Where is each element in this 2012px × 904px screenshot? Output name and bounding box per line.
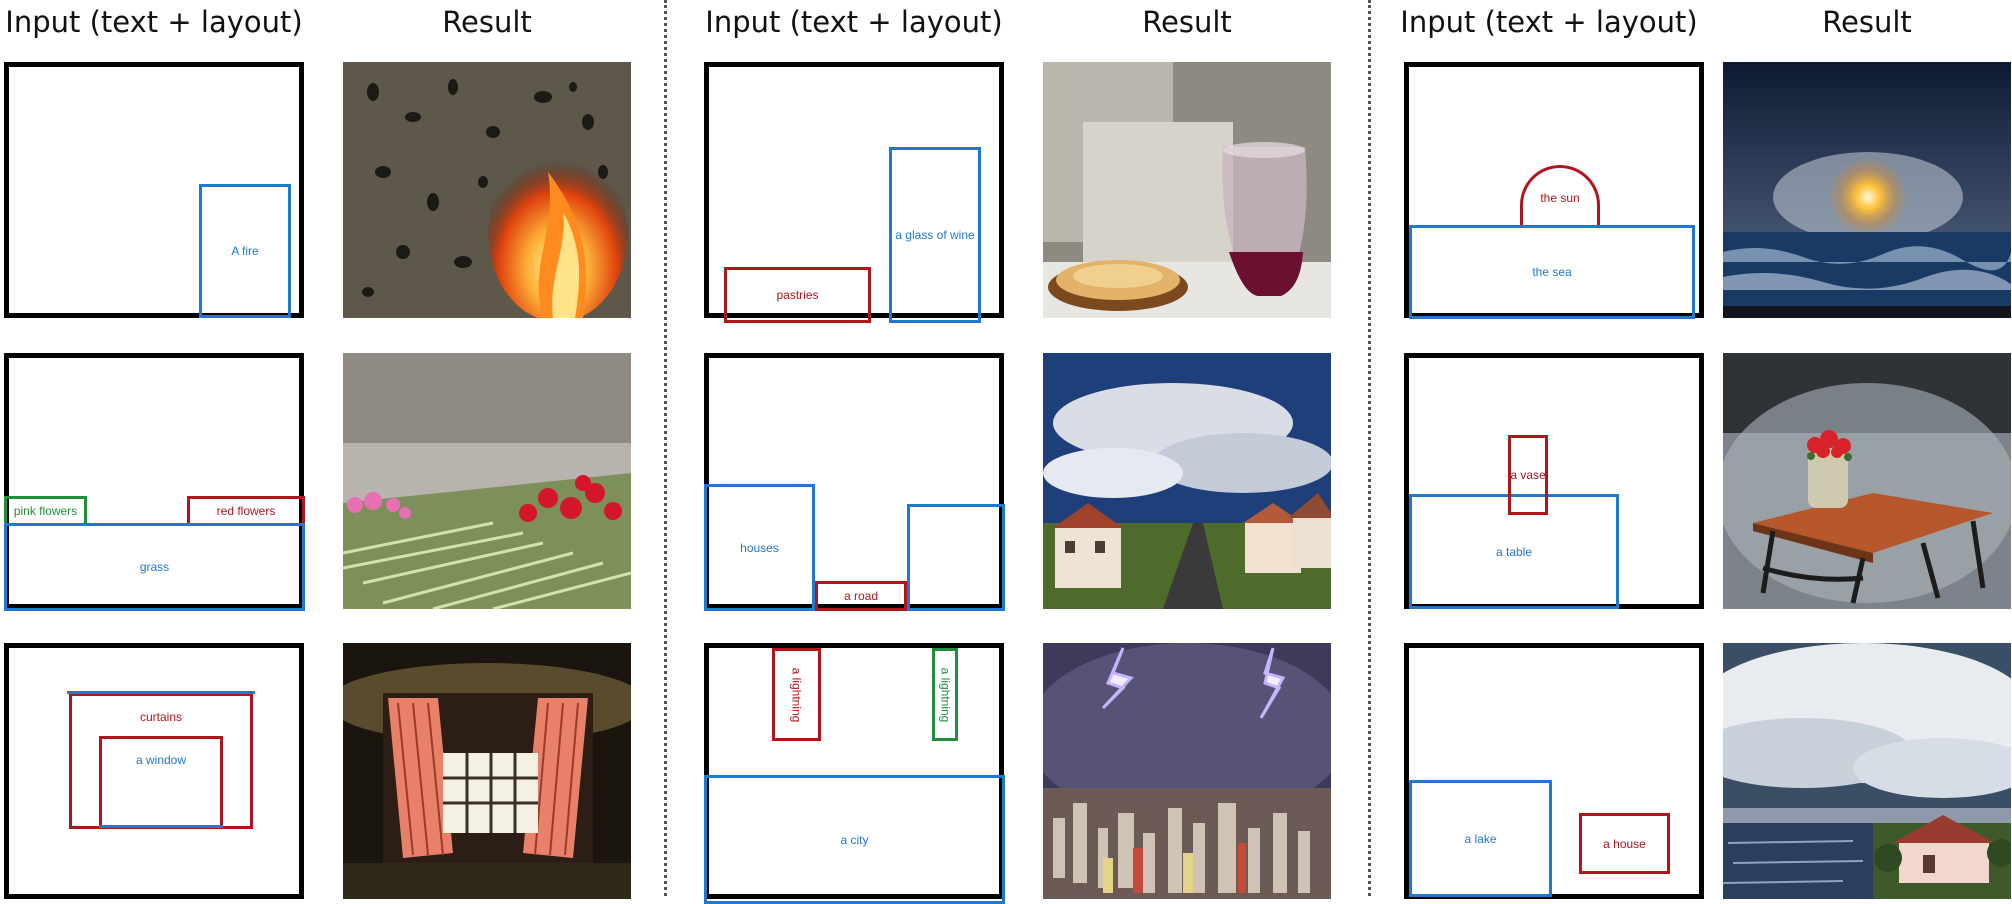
layout-box-window: a window [135,753,187,767]
layout-panel-houses: houses a road [704,353,1005,611]
result-image-sea [1723,62,2011,318]
result-image-window [343,643,631,899]
layout-box-wine: a glass of wine [889,147,981,323]
layout-box-houses: houses [704,484,815,611]
layout-panel-fire: A fire [4,62,304,318]
layout-box-window-sill [99,825,223,829]
layout-box-city: a city [704,775,1005,904]
header-result-2: Result [1142,5,1232,39]
result-image-houses [1043,353,1331,609]
layout-panel-window: curtains a window [4,643,304,899]
result-image-city [1043,643,1331,899]
layout-box-red-flowers: red flowers [187,496,305,526]
result-image-fire [343,62,631,318]
result-image-table [1723,353,2011,609]
layout-box-houses-right [907,504,1005,611]
header-input-3: Input (text + layout) [1400,5,1698,39]
header-input-1: Input (text + layout) [5,5,303,39]
result-image-flowers [343,353,631,609]
column-separator-2 [1368,0,1371,896]
layout-box-sea: the sea [1409,225,1695,319]
layout-panel-flowers: pink flowers red flowers grass [4,353,305,611]
layout-box-lightning-2: a lightning [932,648,958,741]
layout-panel-table: a table a vase [1404,353,1704,609]
layout-box-sun: the sun [1520,165,1600,227]
layout-box-lightning-1: a lightning [772,648,821,741]
header-result-1: Result [442,5,532,39]
layout-box-road: a road [815,581,907,611]
layout-panel-city: a lightning a lightning a city [704,643,1005,904]
result-image-lake [1723,643,2011,899]
layout-panel-sea: the sun the sea [1404,62,1704,319]
layout-box-house: a house [1579,813,1670,874]
header-result-3: Result [1822,5,1912,39]
column-separator-1 [664,0,667,896]
layout-panel-lake: a lake a house [1404,643,1704,899]
layout-box-pink-flowers: pink flowers [4,496,87,526]
result-image-wine [1043,62,1331,318]
layout-box-grass: grass [4,523,305,611]
layout-box-pastries: pastries [724,267,871,323]
layout-box-curtain-rail [67,691,255,695]
layout-box-fire: A fire [199,184,291,318]
header-input-2: Input (text + layout) [705,5,1003,39]
layout-box-vase: a vase [1508,435,1548,515]
layout-box-lake: a lake [1409,780,1552,897]
layout-panel-wine: pastries a glass of wine [704,62,1004,323]
